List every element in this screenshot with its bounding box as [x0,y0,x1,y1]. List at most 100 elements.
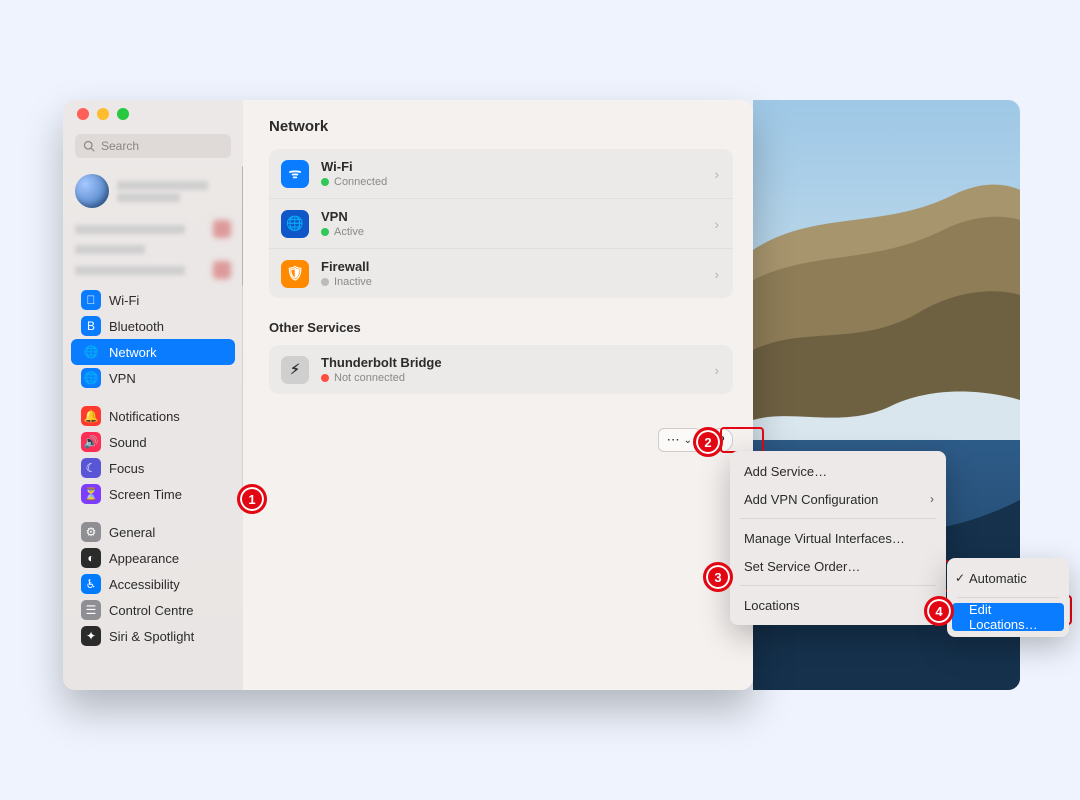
more-options-menu: Add Service… Add VPN Configuration› Manage… [730,451,946,625]
sidebar-item-screen-time[interactable]: ⏳ Screen Time [71,481,235,507]
service-status-text: Connected [334,176,387,188]
service-name: VPN [321,209,364,224]
account-sublist-redacted [63,214,243,285]
sidebar-item-sound[interactable]: 🔊 Sound [71,429,235,455]
callout-2-box [720,427,764,453]
search-placeholder: Search [101,139,139,153]
service-status: Not connected [321,372,442,384]
locations-submenu: ✓ Automatic Edit Locations… [947,558,1069,637]
sidebar-item-accessibility[interactable]: ♿︎ Accessibility [71,571,235,597]
globe-icon: 🌐 [281,210,309,238]
check-icon: ✓ [955,571,965,585]
account-name-redacted [117,178,231,205]
close-window-button[interactable] [77,108,89,120]
main-panel: Network ᯤ Wi-Fi Connected › 🌐 VPN Active › 🛡︎ Fir… [243,100,753,690]
service-status: Connected [321,176,387,188]
sidebar-item-general[interactable]: ⚙︎General [71,519,235,545]
callout-1-badge: 1 [237,484,267,514]
menu-item-set-service-order-[interactable]: Set Service Order… [730,552,946,580]
sidebar-item-appearance[interactable]: ◐ Appearance [71,545,235,571]
menu-item-add-service-[interactable]: Add Service… [730,457,946,485]
chevron-right-icon: › [714,166,719,182]
sidebar-item-label: Appearance [109,551,179,566]
service-status-text: Inactive [334,276,372,288]
sidebar-item-vpn[interactable]: 🌐VPN [71,365,235,391]
menu-separator [740,585,936,586]
globe-icon: 🌐 [81,342,101,362]
sidebar-item-notifications[interactable]: 🔔Notifications [71,403,235,429]
other-services-card: ⚡︎ Thunderbolt Bridge Not connected › [269,345,733,394]
page-title: Network [269,118,733,135]
shield-icon: 🛡︎ [281,260,309,288]
sidebar-item-siri-spotlight[interactable]: ✦Siri & Spotlight [71,623,235,649]
sidebar-item-focus[interactable]: ☾ Focus [71,455,235,481]
sidebar-item-label: VPN [109,371,136,386]
sidebar-item-label: Screen Time [109,487,182,502]
submenu-item-edit-locations-[interactable]: Edit Locations… [952,603,1064,631]
sidebar-item-bluetooth[interactable]: B Bluetooth [71,313,235,339]
controlcentre-icon: ☰ [81,600,101,620]
service-name: Wi-Fi [321,159,387,174]
service-row-wi-fi[interactable]: ᯤ Wi-Fi Connected › [269,149,733,198]
callout-3-badge: 3 [703,562,733,592]
menu-item-manage-virtual-interfaces-[interactable]: Manage Virtual Interfaces… [730,524,946,552]
status-dot [321,278,329,286]
menu-item-label: Locations [744,598,800,613]
wifi-icon: ᯤ [281,160,309,188]
status-dot [321,178,329,186]
sidebar-item-label: Bluetooth [109,319,164,334]
window-controls [63,108,243,130]
zoom-window-button[interactable] [117,108,129,120]
moon-icon: ☾ [81,458,101,478]
menu-item-label: Add Service… [744,464,827,479]
status-dot [321,228,329,236]
service-status-text: Active [334,226,364,238]
service-row-thunderbolt-bridge[interactable]: ⚡︎ Thunderbolt Bridge Not connected › [269,345,733,394]
menu-separator [740,518,936,519]
service-status: Inactive [321,276,372,288]
appearance-icon: ◐ [81,548,101,568]
submenu-item-label: Edit Locations… [969,602,1050,632]
sidebar-item-network[interactable]: 🌐Network [71,339,235,365]
callout-4-badge: 4 [924,596,954,626]
service-row-vpn[interactable]: 🌐VPNActive› [269,198,733,248]
sidebar-item-label: Focus [109,461,144,476]
speaker-icon: 🔊 [81,432,101,452]
bluetooth-icon: B [81,316,101,336]
chevron-right-icon: › [714,362,719,378]
service-status: Active [321,226,364,238]
submenu-item-automatic[interactable]: ✓ Automatic [947,564,1069,592]
sidebar-item-control-centre[interactable]: ☰ Control Centre [71,597,235,623]
service-status-text: Not connected [334,372,405,384]
sidebar-item-label: Accessibility [109,577,180,592]
submenu-item-label: Automatic [969,571,1027,586]
siri-icon: ✦ [81,626,101,646]
callout-2-badge: 2 [693,427,723,457]
sidebar-item-label: Sound [109,435,147,450]
chevron-right-icon: › [714,266,719,282]
minimize-window-button[interactable] [97,108,109,120]
bolt-icon: ⚡︎ [281,356,309,384]
account-row[interactable] [63,168,243,214]
chevron-right-icon: › [930,492,934,506]
gear-icon: ⚙︎ [81,522,101,542]
menu-item-locations[interactable]: Locations› [730,591,946,619]
chevron-down-icon: ⌄ [684,435,692,446]
ellipsis-icon: ⋯ [667,432,680,448]
menu-item-add-vpn-configuration[interactable]: Add VPN Configuration› [730,485,946,513]
service-name: Thunderbolt Bridge [321,355,442,370]
sidebar-item-wi-fi[interactable]: 􀙇Wi-Fi [71,287,235,313]
service-row-firewall[interactable]: 🛡︎ Firewall Inactive › [269,248,733,298]
services-card: ᯤ Wi-Fi Connected › 🌐 VPN Active › 🛡︎ Firewall Ina… [269,149,733,298]
bell-icon: 🔔 [81,406,101,426]
status-dot [321,374,329,382]
sidebar-item-label: Control Centre [109,603,194,618]
menu-separator [957,597,1059,598]
menu-item-label: Set Service Order… [744,559,860,574]
avatar [75,174,109,208]
search-input[interactable]: Search [75,134,231,158]
other-services-label: Other Services [269,320,733,335]
accessibility-icon: ♿︎ [81,574,101,594]
service-name: Firewall [321,259,372,274]
hourglass-icon: ⏳ [81,484,101,504]
